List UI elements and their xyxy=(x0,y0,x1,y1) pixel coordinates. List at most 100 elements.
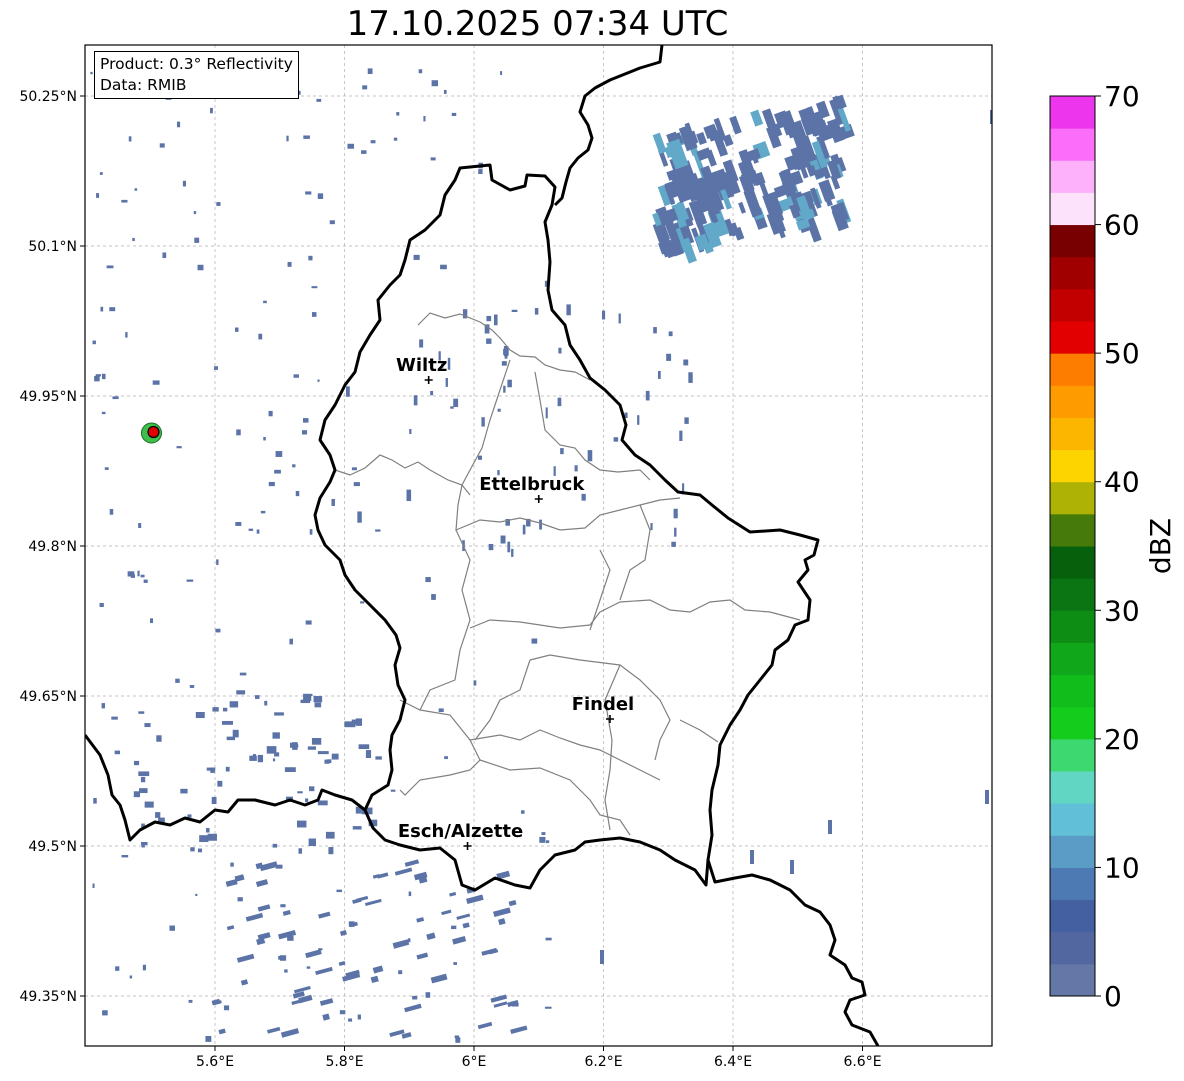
echo-cell xyxy=(316,98,322,102)
radar-site-marker xyxy=(140,422,162,444)
echo-cell xyxy=(486,338,492,344)
echo-cell xyxy=(229,701,239,708)
echo-cell xyxy=(274,752,280,757)
echo-cell xyxy=(101,703,106,709)
echo-cell xyxy=(303,693,312,701)
echo-cell xyxy=(297,791,303,794)
city-label: Esch/Alzette xyxy=(398,821,523,842)
colorbar-segment xyxy=(1050,224,1095,258)
echo-cell xyxy=(112,396,119,400)
echo-cell xyxy=(438,708,444,713)
echo-cell xyxy=(121,855,129,858)
echo-cell xyxy=(396,112,400,116)
echo-cell xyxy=(101,411,106,415)
echo-cell xyxy=(488,543,494,551)
echo-cell xyxy=(534,307,539,315)
lat-tick-label: 49.65°N xyxy=(19,689,77,705)
echo-cell xyxy=(657,370,661,379)
echo-cell xyxy=(308,255,313,261)
echo-cell xyxy=(101,373,106,380)
echo-cell xyxy=(236,690,246,695)
echo-cell xyxy=(305,620,312,625)
echo-cell xyxy=(207,833,217,841)
colorbar-tick-label: 30 xyxy=(1104,594,1140,627)
echo-cell xyxy=(278,955,284,960)
echo-cell xyxy=(613,437,619,442)
lon-tick-label: 5.6°E xyxy=(196,1054,234,1070)
echo-cell xyxy=(443,89,447,94)
lon-tick-label: 6.6°E xyxy=(843,1054,881,1070)
echo-cell xyxy=(453,398,459,408)
colorbar-segment xyxy=(1050,578,1095,611)
echo-cell xyxy=(133,760,140,766)
echo-cell xyxy=(256,529,260,534)
colorbar-segment xyxy=(1050,513,1095,547)
echo-cell xyxy=(175,678,180,683)
echo-cell xyxy=(511,309,518,313)
echo-cell xyxy=(317,193,324,199)
radar-map: 5.6°E 5.8°E 6°E 6.2°E 6.4°E 6.6°E 50.25°N 50.1°… xyxy=(19,44,1177,1070)
echo-cell xyxy=(176,446,182,449)
echo-cell xyxy=(455,1037,461,1043)
colorbar-tick-label: 10 xyxy=(1104,851,1140,884)
echo-cell xyxy=(125,332,128,338)
echo-cell xyxy=(539,836,546,843)
lon-tick-label: 5.8°E xyxy=(325,1054,363,1070)
product-label: Product: 0.3° Reflectivity xyxy=(100,55,293,73)
echo-cell xyxy=(674,527,677,537)
echo-cell xyxy=(155,812,161,818)
echo-cell xyxy=(99,602,104,608)
echo-cell xyxy=(317,800,328,806)
echo-cell xyxy=(673,508,678,519)
echo-cell xyxy=(336,889,342,893)
echo-cell xyxy=(212,707,219,712)
echo-cell xyxy=(539,519,542,530)
echo-cell xyxy=(186,579,194,582)
echo-cell xyxy=(486,315,492,322)
echo-cell xyxy=(188,999,193,1003)
echo-cell xyxy=(503,385,506,393)
echo-cell xyxy=(453,962,458,965)
echo-cell xyxy=(444,756,448,760)
echo-cell xyxy=(413,395,418,406)
lon-tick-label: 6.4°E xyxy=(714,1054,752,1070)
colorbar-tick-label: 50 xyxy=(1104,337,1140,370)
echo-cell xyxy=(557,397,562,407)
echo-cell xyxy=(230,862,234,867)
echo-cell xyxy=(92,340,96,345)
echo-cell xyxy=(197,848,203,853)
echo-cell xyxy=(500,71,503,75)
echo-cell xyxy=(211,796,217,805)
echo-cell xyxy=(292,464,296,468)
echo-cell xyxy=(311,737,322,745)
echo-cell xyxy=(331,498,335,506)
product-info-box: Product: 0.3° Reflectivity Data: RMIB xyxy=(94,51,299,99)
echo-cell xyxy=(985,790,989,804)
colorbar: 0 10 20 30 40 50 60 70 dBZ xyxy=(1049,80,1177,1013)
echo-cell xyxy=(194,237,200,243)
echo-cell xyxy=(303,135,310,139)
echo-cell xyxy=(684,417,689,424)
echo-cell xyxy=(351,467,357,471)
echo-cell xyxy=(361,150,367,154)
radar-site-dot xyxy=(147,425,160,439)
echo-cell xyxy=(217,780,223,787)
echo-cell xyxy=(390,789,396,792)
echo-cell xyxy=(430,157,436,161)
echo-cell xyxy=(431,80,439,87)
echo-cell xyxy=(272,758,276,762)
echo-cell xyxy=(666,353,672,361)
colorbar-segment xyxy=(1050,899,1095,933)
echo-cell xyxy=(162,252,167,259)
echo-cell xyxy=(500,535,506,544)
city-label: Wiltz xyxy=(396,355,447,376)
colorbar-segment xyxy=(1050,610,1095,643)
echo-cell xyxy=(507,379,512,388)
echo-cell xyxy=(325,831,335,839)
echo-cell xyxy=(143,579,148,583)
echo-cell xyxy=(358,744,370,750)
echo-cell xyxy=(152,380,160,385)
echo-cell xyxy=(653,327,657,334)
echo-cell xyxy=(501,361,507,366)
echo-cell xyxy=(215,628,221,633)
